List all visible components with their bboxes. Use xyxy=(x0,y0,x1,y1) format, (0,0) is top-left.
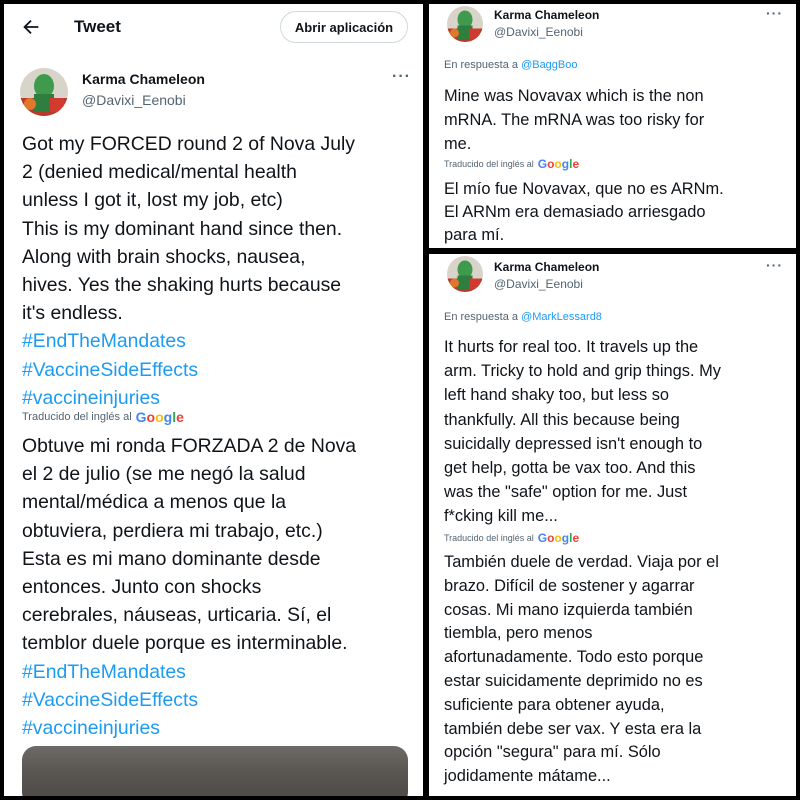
reply-text-line: Mine was Novavax which is the non xyxy=(444,87,704,105)
tweet-text-line: unless I got it, lost my job, etc) xyxy=(22,189,283,212)
reply-text: It hurts for real too. It travels up the… xyxy=(444,335,721,529)
translated-text-line: También duele de verdad. Viaja por el xyxy=(444,553,719,571)
translated-text-line: mental/médica a menos que la xyxy=(22,491,287,514)
reply-text-line: mRNA. The mRNA was too risky for xyxy=(444,111,705,129)
reply-translated-text: También duele de verdad. Viaja por el br… xyxy=(444,551,719,789)
translated-text-line: para mí. xyxy=(444,226,505,244)
translated-text-line: Obtuve mi ronda FORZADA 2 de Nova xyxy=(22,435,357,457)
main-tweet-panel: Tweet Abrir aplicación Karma Chameleon @… xyxy=(4,4,423,796)
translated-text-line: obtuviera, perdiera mi trabajo, etc.) xyxy=(22,519,323,542)
translation-attribution: Traducido del inglés al Google xyxy=(444,531,579,545)
reply-text-line: thankfully. All this because being xyxy=(444,410,680,429)
reply-text-line: me. xyxy=(444,135,472,153)
hashtag-link[interactable]: #vaccineinjuries xyxy=(22,714,356,742)
reply-tweet-panel: Karma Chameleon @Davixi_Eenobi ··· En re… xyxy=(429,4,796,248)
translation-label: Traducido del inglés al xyxy=(22,411,132,423)
translation-attribution: Traducido del inglés al Google xyxy=(22,409,184,425)
more-options-icon[interactable]: ··· xyxy=(766,5,783,21)
translated-tweet-text: Obtuve mi ronda FORZADA 2 de Nova el 2 d… xyxy=(22,432,356,742)
translation-label: Traducido del inglés al xyxy=(444,159,534,169)
translated-text-line: El mío fue Novavax, que no es ARNm. xyxy=(444,180,724,198)
tweet-media-image[interactable] xyxy=(22,746,408,796)
reply-text: Mine was Novavax which is the non mRNA. … xyxy=(444,84,704,156)
avatar[interactable] xyxy=(447,256,483,292)
hashtag-link[interactable]: #EndTheMandates xyxy=(22,327,355,355)
reply-prefix: En respuesta a xyxy=(444,59,518,71)
translated-text-line: afortunadamente. Todo esto porque xyxy=(444,648,704,667)
reply-translated-text: El mío fue Novavax, que no es ARNm. El A… xyxy=(444,178,724,247)
author-name[interactable]: Karma Chameleon xyxy=(82,71,205,87)
author-handle[interactable]: @Davixi_Eenobi xyxy=(494,25,583,39)
back-arrow-icon[interactable] xyxy=(20,16,42,38)
tweet-text-line: Got my FORCED round 2 of Nova July xyxy=(22,133,355,155)
translated-text-line: opción "segura" para mí. Sólo xyxy=(444,743,661,762)
translated-text-line: tiembla, pero menos xyxy=(444,624,593,643)
open-app-button[interactable]: Abrir aplicación xyxy=(280,11,408,43)
translated-text-line: también debe ser vax. Y esta era la xyxy=(444,719,702,738)
reply-context: En respuesta a @BaggBoo xyxy=(444,59,578,71)
reply-text-line: It hurts for real too. It travels up the xyxy=(444,338,699,356)
more-options-icon[interactable]: ··· xyxy=(392,68,411,86)
avatar[interactable] xyxy=(20,68,68,116)
reply-prefix: En respuesta a xyxy=(444,311,518,323)
reply-context: En respuesta a @MarkLessard8 xyxy=(444,311,602,323)
translated-text-line: temblor duele porque es interminable. xyxy=(22,632,348,655)
translated-text-line: jodidamente mátame... xyxy=(444,767,611,786)
reply-mention-link[interactable]: @BaggBoo xyxy=(521,59,577,71)
translated-text-line: suficiente para obtener ayuda, xyxy=(444,695,665,714)
google-logo: Google xyxy=(537,531,580,545)
author-handle[interactable]: @Davixi_Eenobi xyxy=(82,92,186,108)
reply-text-line: was the "safe" option for me. Just xyxy=(444,483,688,502)
reply-text-line: f*cking kill me... xyxy=(444,507,558,526)
tweet-text: Got my FORCED round 2 of Nova July 2 (de… xyxy=(22,130,355,412)
google-logo: Google xyxy=(135,409,184,425)
hashtag-link[interactable]: #vaccineinjuries xyxy=(22,384,355,412)
translation-label: Traducido del inglés al xyxy=(444,533,534,543)
page-title: Tweet xyxy=(74,17,121,36)
google-logo: Google xyxy=(537,157,580,171)
tweet-text-line: 2 (denied medical/mental health xyxy=(22,161,297,184)
hashtag-link[interactable]: #EndTheMandates xyxy=(22,658,356,686)
hashtag-link[interactable]: #VaccineSideEffects xyxy=(22,356,355,384)
translation-attribution: Traducido del inglés al Google xyxy=(444,157,579,171)
reply-text-line: left hand shaky too, but less so xyxy=(444,386,670,405)
tweet-text-line: Along with brain shocks, nausea, xyxy=(22,245,306,268)
reply-mention-link[interactable]: @MarkLessard8 xyxy=(521,311,602,323)
more-options-icon[interactable]: ··· xyxy=(766,257,783,273)
reply-text-line: arm. Tricky to hold and grip things. My xyxy=(444,362,721,381)
reply-tweet-panel: Karma Chameleon @Davixi_Eenobi ··· En re… xyxy=(429,254,796,796)
reply-text-line: suicidally depressed isn't enough to xyxy=(444,434,703,453)
translated-text-line: cerebrales, náuseas, urticaria. Sí, el xyxy=(22,604,332,627)
reply-text-line: get help, gotta be vax too. And this xyxy=(444,459,696,478)
hashtag-link[interactable]: #VaccineSideEffects xyxy=(22,686,356,714)
author-name[interactable]: Karma Chameleon xyxy=(494,260,599,274)
tweet-text-line: This is my dominant hand since then. xyxy=(22,217,343,240)
author-name[interactable]: Karma Chameleon xyxy=(494,8,599,22)
tweet-text-line: hives. Yes the shaking hurts because xyxy=(22,274,342,297)
translated-text-line: el 2 de julio (se me negó la salud xyxy=(22,463,306,486)
avatar[interactable] xyxy=(447,6,483,42)
translated-text-line: El ARNm era demasiado arriesgado xyxy=(444,203,706,221)
translated-text-line: brazo. Difícil de sostener y agarrar xyxy=(444,576,695,595)
top-bar: Tweet Abrir aplicación xyxy=(4,4,423,50)
translated-text-line: entonces. Junto con shocks xyxy=(22,576,262,599)
translated-text-line: Esta es mi mano dominante desde xyxy=(22,547,321,570)
tweet-text-line: it's endless. xyxy=(22,302,123,325)
translated-text-line: estar suicidamente deprimido no es xyxy=(444,671,703,690)
translated-text-line: cosas. Mi mano izquierda también xyxy=(444,600,693,619)
author-handle[interactable]: @Davixi_Eenobi xyxy=(494,277,583,291)
